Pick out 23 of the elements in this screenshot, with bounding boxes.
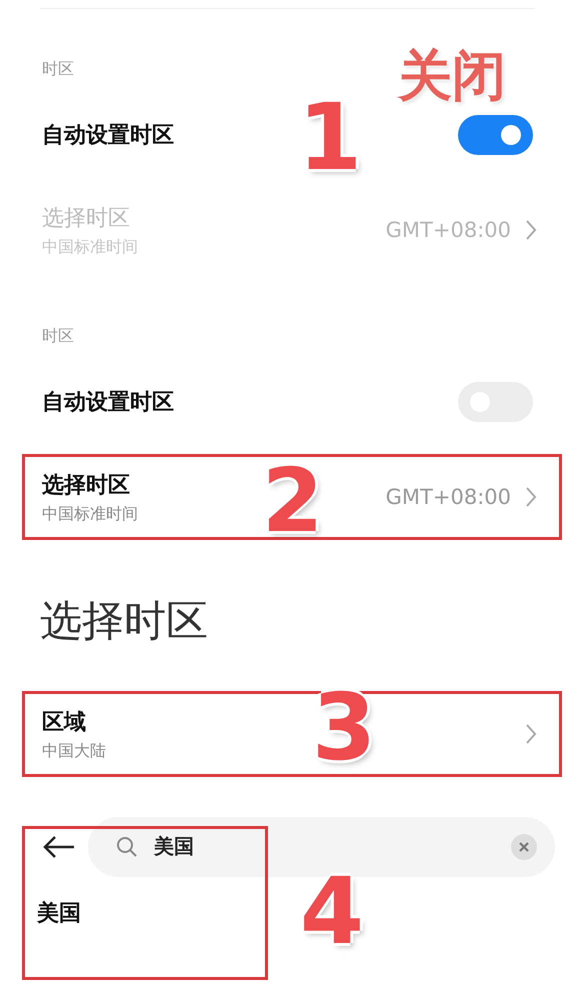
chevron-icon: [525, 219, 537, 241]
annotation-number: 2: [262, 457, 324, 545]
setting-subtitle: 中国标准时间: [42, 236, 139, 258]
toggle-switch[interactable]: [458, 115, 533, 155]
result-item[interactable]: 美国: [37, 890, 81, 936]
setting-title[interactable]: 自动设置时区: [42, 387, 174, 417]
chevron-icon: [525, 723, 537, 745]
section-header: 时区: [42, 59, 75, 79]
annotation-number: 3: [312, 682, 376, 774]
setting-title[interactable]: 自动设置时区: [42, 120, 174, 150]
setting-subtitle: 中国大陆: [42, 740, 107, 762]
setting-subtitle: 中国标准时间: [42, 504, 139, 524]
section-header: 时区: [42, 326, 75, 346]
setting-value: GMT+08:00: [386, 218, 511, 242]
setting-value: GMT+08:00: [386, 485, 511, 509]
annotation-label: 关闭: [398, 43, 506, 109]
clear-icon[interactable]: [511, 834, 537, 860]
search-field[interactable]: 美国: [88, 816, 555, 876]
page-title: 选择时区: [40, 595, 209, 647]
search-icon: [116, 836, 138, 858]
chevron-icon: [525, 486, 537, 508]
annotation-number: 1: [298, 92, 362, 184]
back-arrow-icon[interactable]: [42, 834, 76, 858]
